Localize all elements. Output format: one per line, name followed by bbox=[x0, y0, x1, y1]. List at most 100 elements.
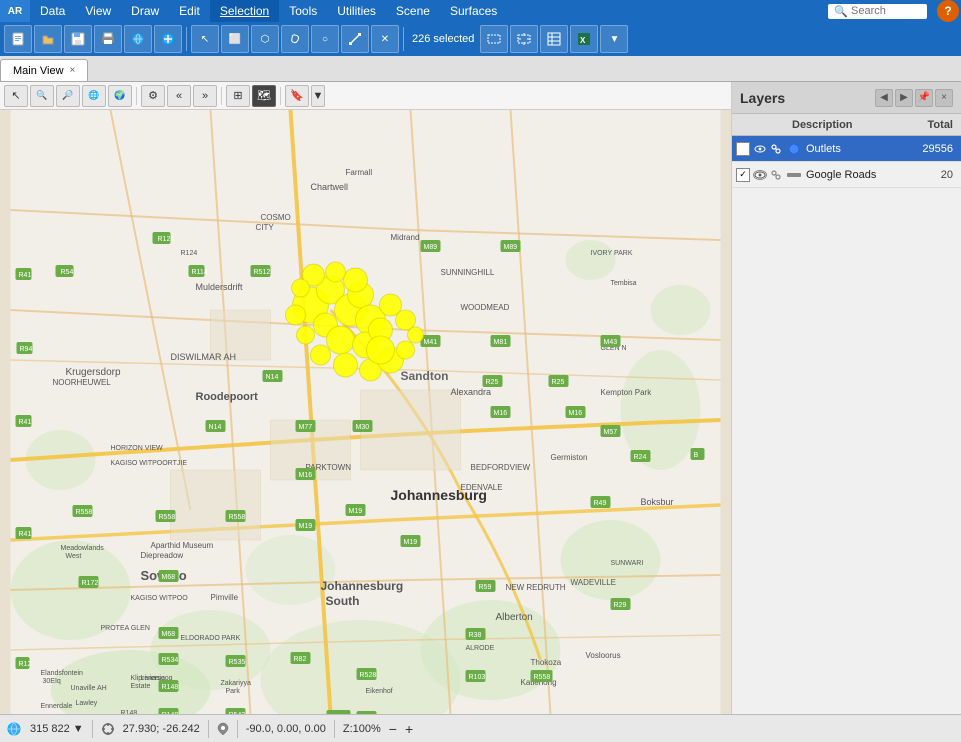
menu-item-selection[interactable]: Selection bbox=[210, 0, 279, 22]
tb-new-btn[interactable] bbox=[4, 25, 32, 53]
layer-check-outlets[interactable]: ✓ bbox=[736, 142, 750, 156]
tb-select-arrow-btn[interactable]: ↖ bbox=[191, 25, 219, 53]
tb-select-line-btn[interactable] bbox=[341, 25, 369, 53]
map-tb-grid-btn[interactable]: ⊞ bbox=[226, 85, 250, 107]
menu-item-scene[interactable]: Scene bbox=[386, 0, 440, 22]
status-globe-icon[interactable] bbox=[6, 721, 22, 737]
svg-text:R542: R542 bbox=[229, 712, 246, 714]
view-info-display: -90.0, 0.00, 0.00 bbox=[246, 723, 326, 735]
main-content: ↖ 🔍 🔎 🌐 🌍 ⚙ « » ⊞ 🗺 🔖 ▼ bbox=[0, 82, 961, 714]
zoom-indicator[interactable]: 315 822 ▼ bbox=[30, 723, 84, 735]
menu-item-view[interactable]: View bbox=[75, 0, 121, 22]
zoom-value: 315 822 bbox=[30, 723, 70, 735]
tb-table-btn[interactable] bbox=[540, 25, 568, 53]
selected-count-label: 226 selected bbox=[408, 33, 478, 45]
svg-text:R558: R558 bbox=[76, 509, 93, 516]
svg-text:M19: M19 bbox=[299, 523, 313, 530]
layers-back-btn[interactable]: ◀ bbox=[875, 89, 893, 107]
svg-text:R94: R94 bbox=[20, 346, 33, 353]
tb-select-rect-btn[interactable]: ⬜ bbox=[221, 25, 249, 53]
tb-zoom-selected-btn[interactable] bbox=[510, 25, 538, 53]
menu-item-surfaces[interactable]: Surfaces bbox=[440, 0, 507, 22]
tb-select-set-btn[interactable] bbox=[480, 25, 508, 53]
svg-text:N14: N14 bbox=[209, 424, 222, 431]
map-tb-zoom-in-btn[interactable]: 🔍 bbox=[30, 85, 54, 107]
zoom-plus-btn[interactable]: + bbox=[405, 721, 413, 737]
tb-clear-btn[interactable]: ✕ bbox=[371, 25, 399, 53]
layer-check-google-roads[interactable]: ✓ bbox=[736, 168, 750, 182]
menu-item-draw[interactable]: Draw bbox=[121, 0, 169, 22]
layer-row-outlets[interactable]: ✓ Outlets 29556 bbox=[732, 136, 961, 162]
menu-item-edit[interactable]: Edit bbox=[169, 0, 210, 22]
search-icon: 🔍 bbox=[834, 5, 848, 18]
map-tb-sep-2 bbox=[221, 87, 222, 105]
tb-earth-btn[interactable] bbox=[124, 25, 152, 53]
svg-text:HORIZON VIEW: HORIZON VIEW bbox=[111, 445, 164, 452]
map-area[interactable]: ↖ 🔍 🔎 🌐 🌍 ⚙ « » ⊞ 🗺 🔖 ▼ bbox=[0, 82, 731, 714]
map-tb-prev-btn[interactable]: « bbox=[167, 85, 191, 107]
menu-item-utilities[interactable]: Utilities bbox=[327, 0, 386, 22]
tb-more-btn[interactable]: ▼ bbox=[600, 25, 628, 53]
svg-text:Elandsfontein: Elandsfontein bbox=[41, 670, 84, 677]
layers-forward-btn[interactable]: ▶ bbox=[895, 89, 913, 107]
svg-text:R172: R172 bbox=[82, 580, 99, 587]
map-tb-next-btn[interactable]: » bbox=[193, 85, 217, 107]
layer-count-outlets: 29556 bbox=[907, 143, 957, 155]
map-tb-zoom-out-btn[interactable]: 🔎 bbox=[56, 85, 80, 107]
svg-text:R124: R124 bbox=[181, 250, 198, 257]
svg-text:M16: M16 bbox=[299, 472, 313, 479]
map-tb-settings-btn[interactable]: ⚙ bbox=[141, 85, 165, 107]
map-tb-bookmark-btn[interactable]: 🔖 bbox=[285, 85, 309, 107]
gps-icon bbox=[101, 722, 115, 736]
layers-title: Layers bbox=[740, 90, 785, 106]
layer-type-icon-outlets bbox=[786, 141, 802, 157]
svg-text:R25: R25 bbox=[552, 379, 565, 386]
svg-text:M89: M89 bbox=[504, 244, 518, 251]
tb-save-btn[interactable] bbox=[64, 25, 92, 53]
map-tb-earth-btn[interactable]: 🌍 bbox=[108, 85, 132, 107]
svg-text:R534: R534 bbox=[162, 657, 179, 664]
svg-text:NEW REDRUTH: NEW REDRUTH bbox=[506, 583, 566, 592]
tb-add-data-btn[interactable] bbox=[154, 25, 182, 53]
svg-text:SUNNINGHILL: SUNNINGHILL bbox=[441, 268, 495, 277]
tb-print-btn[interactable] bbox=[94, 25, 122, 53]
layer-link-google-roads bbox=[769, 168, 783, 182]
tb-sep-1 bbox=[186, 27, 187, 51]
svg-text:Thokoza: Thokoza bbox=[531, 658, 562, 667]
svg-text:Ennerdale: Ennerdale bbox=[41, 703, 73, 710]
layers-pin-btn[interactable]: 📌 bbox=[915, 89, 933, 107]
map-tb-globe-btn[interactable]: 🌐 bbox=[82, 85, 106, 107]
map-tb-arrow-btn[interactable]: ↖ bbox=[4, 85, 28, 107]
layers-close-btn[interactable]: × bbox=[935, 89, 953, 107]
tb-select-lasso-btn[interactable] bbox=[281, 25, 309, 53]
map-tb-extra-btn[interactable]: ▼ bbox=[311, 85, 325, 107]
svg-text:R49: R49 bbox=[594, 500, 607, 507]
menu-bar: AR Data View Draw Edit Selection Tools U… bbox=[0, 0, 961, 22]
map-tb-layer-btn[interactable]: 🗺 bbox=[252, 85, 276, 107]
menu-item-tools[interactable]: Tools bbox=[279, 0, 327, 22]
svg-text:B: B bbox=[694, 452, 699, 459]
search-area[interactable]: 🔍 bbox=[828, 4, 927, 19]
main-view-tab[interactable]: Main View × bbox=[0, 59, 88, 81]
coordinates-display: 27.930; -26.242 bbox=[123, 723, 200, 735]
svg-text:R59: R59 bbox=[479, 584, 492, 591]
help-button[interactable]: ? bbox=[937, 0, 959, 22]
layer-eye-google-roads[interactable] bbox=[753, 170, 767, 180]
map-container[interactable]: Chartwell Farmall COSMO CITY R124 Mulder… bbox=[0, 110, 731, 714]
layer-eye-outlets[interactable] bbox=[753, 144, 767, 154]
svg-text:Muldersdrift: Muldersdrift bbox=[196, 282, 244, 292]
layer-row-google-roads[interactable]: ✓ Google Roads 20 bbox=[732, 162, 961, 188]
menu-item-data[interactable]: Data bbox=[30, 0, 75, 22]
zoom-minus-btn[interactable]: − bbox=[389, 721, 397, 737]
tb-open-btn[interactable] bbox=[34, 25, 62, 53]
search-input[interactable] bbox=[851, 5, 921, 17]
tb-select-poly-btn[interactable]: ⬡ bbox=[251, 25, 279, 53]
tb-select-circle-btn[interactable]: ○ bbox=[311, 25, 339, 53]
app-icon-label: AR bbox=[8, 6, 22, 17]
location-pin-icon bbox=[217, 722, 229, 736]
svg-text:R12: R12 bbox=[19, 661, 32, 668]
layer-name-google-roads: Google Roads bbox=[806, 169, 907, 181]
tab-close-btn[interactable]: × bbox=[70, 65, 76, 76]
tb-excel-btn[interactable]: X bbox=[570, 25, 598, 53]
svg-text:M41: M41 bbox=[424, 339, 438, 346]
